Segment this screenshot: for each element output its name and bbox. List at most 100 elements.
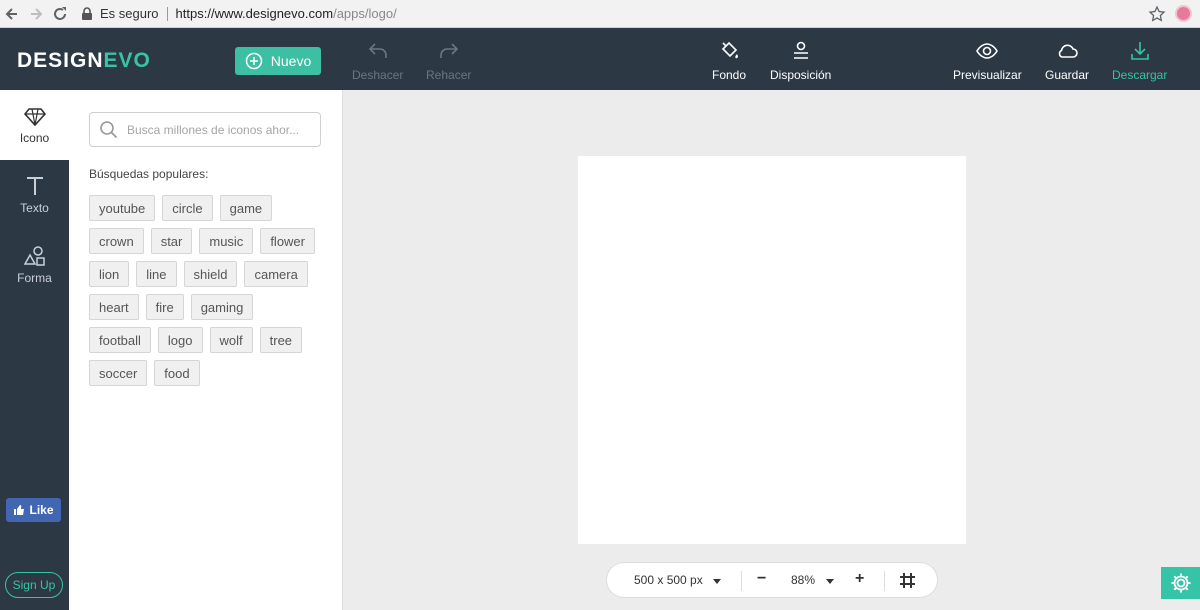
- layout-button[interactable]: Disposición: [770, 40, 831, 82]
- undo-label: Deshacer: [352, 68, 404, 82]
- url-host: https://www.designevo.com: [175, 6, 334, 21]
- undo-button[interactable]: Deshacer: [352, 40, 403, 82]
- size-chevron-down-icon[interactable]: [713, 579, 721, 584]
- canvas-size-select[interactable]: 500 x 500 px: [634, 573, 703, 587]
- shapes-icon: [23, 246, 45, 266]
- new-button[interactable]: Nuevo: [235, 47, 321, 75]
- tab-shape-label: Forma: [17, 271, 52, 285]
- preview-button[interactable]: Previsualizar: [953, 40, 1022, 82]
- logo-design-text: DESIGN: [17, 49, 104, 72]
- zoom-divider: [741, 571, 742, 591]
- zoom-divider: [884, 571, 885, 591]
- tag-soccer[interactable]: soccer: [89, 360, 148, 386]
- like-label: Like: [29, 503, 54, 517]
- tag-heart[interactable]: heart: [89, 294, 139, 320]
- save-button[interactable]: Guardar: [1045, 40, 1089, 82]
- background-button[interactable]: Fondo: [712, 40, 746, 82]
- canvas-zoom-bar: 500 x 500 px − 88% +: [606, 562, 938, 598]
- icon-panel: Búsquedas populares: youtube circle game…: [69, 90, 343, 610]
- tag-row: soccer food: [89, 360, 329, 386]
- lock-icon: [82, 6, 92, 20]
- tag-music[interactable]: music: [199, 228, 254, 254]
- browser-toolbar: Es seguro https://www.designevo.com/apps…: [0, 0, 1200, 28]
- tag-circle[interactable]: circle: [162, 195, 213, 221]
- popular-tags: youtube circle game crown star music flo…: [89, 195, 329, 393]
- search-icon: [100, 120, 118, 138]
- tag-game[interactable]: game: [219, 195, 273, 221]
- zoom-out-button[interactable]: −: [757, 570, 766, 588]
- background-label: Fondo: [712, 68, 747, 82]
- popular-searches-title: Búsquedas populares:: [89, 167, 209, 181]
- tag-camera[interactable]: camera: [244, 261, 308, 287]
- designevo-logo[interactable]: DESIGNEVO: [17, 49, 151, 73]
- preview-label: Previsualizar: [953, 68, 1022, 82]
- settings-button[interactable]: [1161, 567, 1200, 599]
- bookmark-star-icon[interactable]: [1148, 5, 1166, 23]
- address-separator: [166, 6, 168, 21]
- secure-label: Es seguro: [100, 6, 159, 21]
- tag-row: youtube circle game: [89, 195, 329, 221]
- tag-food[interactable]: food: [154, 360, 200, 386]
- redo-button[interactable]: Rehacer: [426, 40, 471, 82]
- tag-lion[interactable]: lion: [89, 261, 130, 287]
- text-t-icon: [26, 177, 43, 195]
- extension-icon[interactable]: [1175, 5, 1192, 22]
- layout-align-icon: [793, 41, 808, 59]
- signup-label: Sign Up: [12, 578, 56, 592]
- tag-football[interactable]: football: [89, 327, 151, 353]
- tag-star[interactable]: star: [150, 228, 193, 254]
- tag-youtube[interactable]: youtube: [89, 195, 156, 221]
- forward-icon[interactable]: [24, 2, 48, 26]
- zoom-chevron-down-icon[interactable]: [826, 579, 834, 584]
- tag-logo[interactable]: logo: [157, 327, 203, 353]
- download-icon: [1130, 42, 1149, 60]
- new-button-label: Nuevo: [270, 53, 312, 69]
- tag-wolf[interactable]: wolf: [209, 327, 253, 353]
- back-icon[interactable]: [0, 2, 24, 26]
- undo-icon: [368, 43, 387, 58]
- gear-icon: [1171, 573, 1190, 593]
- tag-line[interactable]: line: [136, 261, 177, 287]
- tab-icon[interactable]: Icono: [0, 90, 69, 160]
- diamond-icon: [23, 108, 46, 127]
- download-label: Descargar: [1112, 68, 1168, 82]
- thumbs-up-icon: [14, 505, 25, 515]
- zoom-in-button[interactable]: +: [855, 570, 864, 588]
- tab-shape[interactable]: Forma: [0, 230, 69, 300]
- tag-row: crown star music flower: [89, 228, 329, 254]
- tag-flower[interactable]: flower: [260, 228, 315, 254]
- paint-bucket-icon: [721, 41, 738, 59]
- tab-icon-label: Icono: [19, 131, 50, 145]
- save-label: Guardar: [1045, 68, 1090, 82]
- eye-icon: [976, 43, 999, 59]
- tag-shield[interactable]: shield: [183, 261, 238, 287]
- tag-fire[interactable]: fire: [145, 294, 184, 320]
- logo-evo-text: EVO: [103, 49, 151, 72]
- reload-icon[interactable]: [48, 2, 72, 26]
- icon-search-box: [89, 112, 321, 147]
- plus-circle-icon: [245, 52, 263, 70]
- address-bar[interactable]: Es seguro https://www.designevo.com/apps…: [80, 3, 1192, 25]
- zoom-level-select[interactable]: 88%: [791, 573, 815, 587]
- layout-label: Disposición: [770, 68, 832, 82]
- redo-icon: [439, 43, 458, 58]
- facebook-like-button[interactable]: Like: [6, 498, 61, 522]
- tab-text[interactable]: Texto: [0, 160, 69, 230]
- tag-crown[interactable]: crown: [89, 228, 144, 254]
- left-rail: Icono Texto Forma Like Sign Up: [0, 90, 69, 610]
- tag-row: football logo wolf tree: [89, 327, 329, 353]
- signup-button[interactable]: Sign Up: [5, 572, 63, 598]
- redo-label: Rehacer: [426, 68, 472, 82]
- icon-search-input[interactable]: [127, 122, 317, 137]
- tab-text-label: Texto: [20, 201, 49, 215]
- tag-tree[interactable]: tree: [259, 327, 303, 353]
- url-path: /apps/logo/: [333, 6, 397, 21]
- design-canvas[interactable]: [578, 156, 966, 544]
- cloud-icon: [1058, 44, 1078, 58]
- tag-gaming[interactable]: gaming: [190, 294, 254, 320]
- tag-row: lion line shield camera: [89, 261, 329, 287]
- download-button[interactable]: Descargar: [1112, 40, 1167, 82]
- app-header: DESIGNEVO Nuevo Deshacer Rehacer Fondo D…: [0, 28, 1200, 90]
- tag-row: heart fire gaming: [89, 294, 329, 320]
- grid-icon[interactable]: [899, 572, 916, 589]
